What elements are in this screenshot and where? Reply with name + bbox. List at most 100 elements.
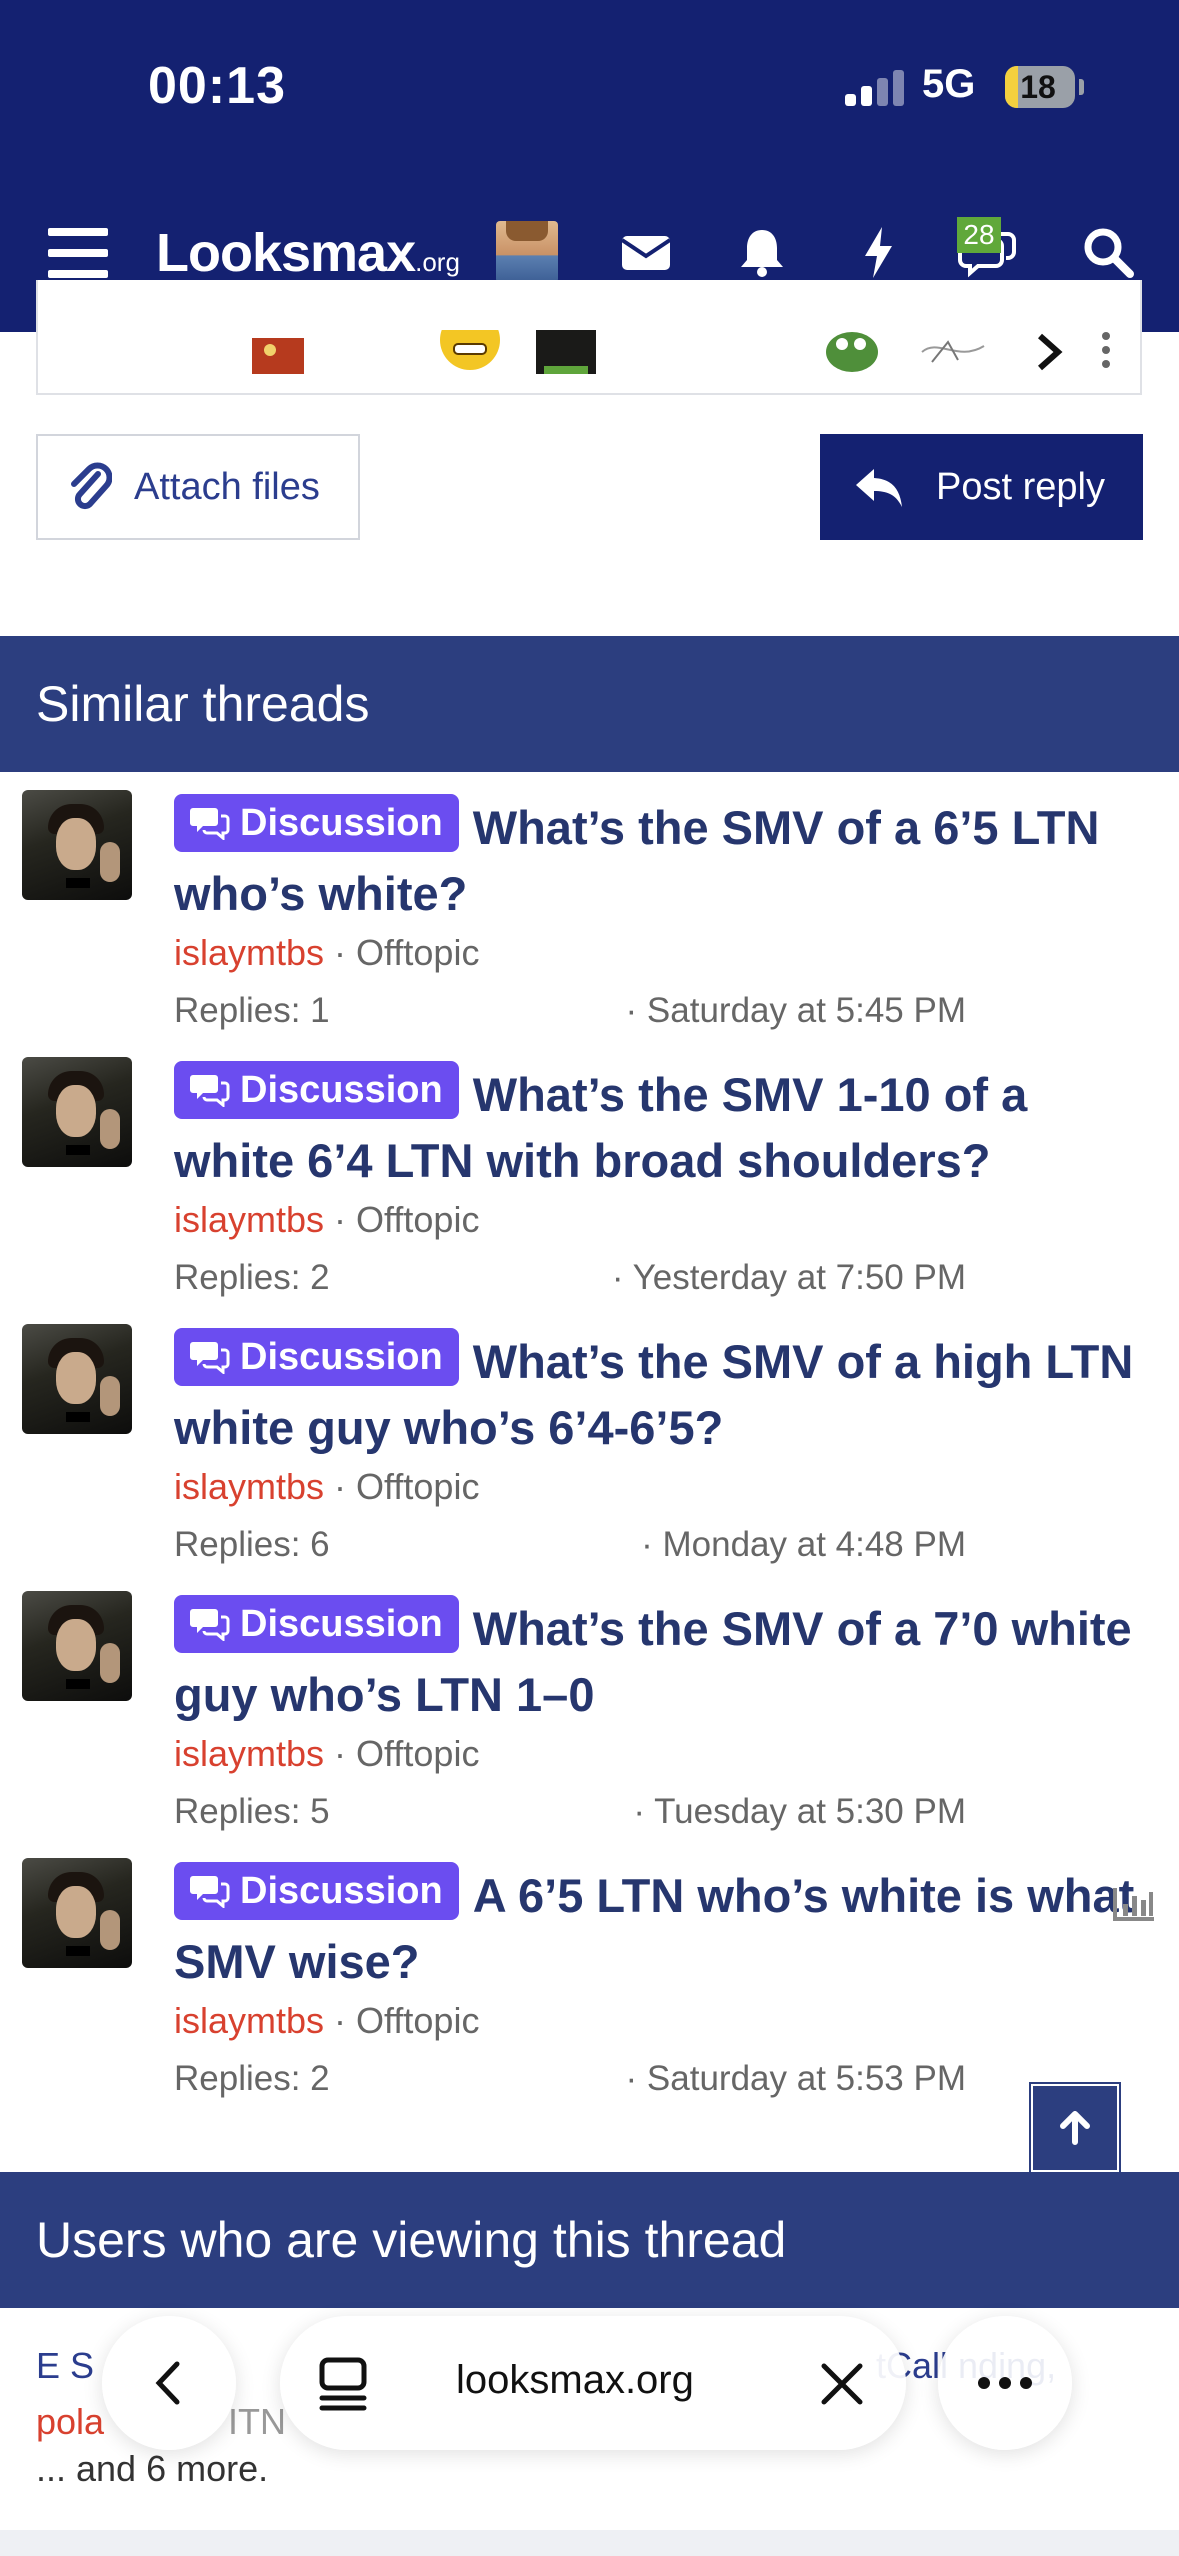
lightning-icon[interactable] [848, 222, 908, 282]
paperclip-icon [71, 462, 112, 510]
thread-date: · Saturday at 5:53 PM [625, 2059, 966, 2098]
thread-title-line[interactable]: Discussion What’s the SMV of a high LTN … [174, 1328, 1146, 1461]
similar-threads-heading: Similar threads [0, 636, 1179, 772]
viewer-name[interactable]: pola [36, 2401, 104, 2442]
thread-author[interactable]: islaymtbs [174, 1466, 324, 1507]
discussion-prefix-badge[interactable]: Discussion [174, 794, 459, 852]
thread-meta: islaymtbs · Offtopic [174, 1194, 1146, 1246]
thread-author[interactable]: islaymtbs [174, 2000, 324, 2041]
prefix-label: Discussion [240, 1336, 443, 1378]
search-icon[interactable] [1078, 222, 1138, 282]
more-icon [978, 2377, 1032, 2389]
poll-icon [1113, 1888, 1154, 1921]
thread-stats: Replies: 6 · Monday at 4:48 PM [174, 1513, 1146, 1573]
thread-title-line[interactable]: Discussion What’s the SMV 1-10 of a whit… [174, 1061, 1146, 1194]
thread-author[interactable]: islaymtbs [174, 932, 324, 973]
menu-icon[interactable] [48, 228, 108, 278]
post-reply-label: Post reply [936, 465, 1105, 508]
close-icon[interactable] [820, 2362, 864, 2406]
author-avatar[interactable] [22, 1858, 132, 1968]
scroll-to-top-button[interactable] [1031, 2084, 1119, 2172]
app-root: 00:13 5G 18 Looksmax.org 28 Attach files… [0, 0, 1179, 2556]
thread-row[interactable]: Discussion What’s the SMV of a high LTN … [0, 1308, 1179, 1575]
thread-row[interactable]: Discussion What’s the SMV of a 7’0 white… [0, 1575, 1179, 1842]
back-button[interactable] [102, 2316, 236, 2450]
thread-date: · Tuesday at 5:30 PM [633, 1792, 966, 1831]
footer-strip [0, 2530, 1179, 2556]
thread-title-line[interactable]: Discussion What’s the SMV of a 7’0 white… [174, 1595, 1146, 1728]
thread-author[interactable]: islaymtbs [174, 1733, 324, 1774]
discussion-prefix-badge[interactable]: Discussion [174, 1595, 459, 1653]
vertical-ellipsis-icon[interactable] [1096, 328, 1116, 372]
meta-separator: · [334, 1733, 357, 1774]
discussion-prefix-badge[interactable]: Discussion [174, 1862, 459, 1920]
thread-row[interactable]: Discussion What’s the SMV 1-10 of a whit… [0, 1041, 1179, 1308]
thread-forum[interactable]: Offtopic [356, 1466, 479, 1507]
discussion-prefix-badge[interactable]: Discussion [174, 1328, 459, 1386]
attach-files-button[interactable]: Attach files [36, 434, 360, 540]
dark-smilie-icon[interactable] [536, 330, 596, 374]
chevron-right-icon[interactable] [1028, 332, 1068, 372]
author-avatar[interactable] [22, 790, 132, 900]
more-button[interactable] [938, 2316, 1072, 2450]
thread-stats: Replies: 2 · Yesterday at 7:50 PM [174, 1246, 1146, 1306]
sketch-smilie-icon[interactable] [918, 332, 988, 372]
thread-row[interactable]: Discussion What’s the SMV of a 6’5 LTN w… [0, 774, 1179, 1041]
meta-separator: · [334, 2000, 357, 2041]
post-reply-button[interactable]: Post reply [820, 434, 1143, 540]
thread-forum[interactable]: Offtopic [356, 2000, 479, 2041]
thread-date-value: Tuesday at 5:30 PM [654, 1792, 966, 1831]
pepe-smilie-icon[interactable] [822, 328, 882, 374]
thread-replies: Replies: 1 [174, 991, 330, 1030]
viewer-name[interactable]: ITN [228, 2394, 286, 2450]
thread-title-line[interactable]: Discussion A 6’5 LTN who’s white is what… [174, 1862, 1146, 1995]
prefix-label: Discussion [240, 1069, 443, 1111]
viewer-name[interactable]: E S [36, 2345, 94, 2386]
user-avatar[interactable] [496, 221, 558, 283]
smilie-picker [36, 280, 1142, 395]
address-bar[interactable]: looksmax.org [280, 2316, 906, 2450]
meta-separator: · [334, 1199, 357, 1240]
thread-forum[interactable]: Offtopic [356, 1199, 479, 1240]
thread-author[interactable]: islaymtbs [174, 1199, 324, 1240]
conversations-badge: 28 [957, 217, 1001, 253]
tabs-icon[interactable] [316, 2356, 370, 2412]
thread-replies: Replies: 2 [174, 1258, 330, 1297]
thread-meta: islaymtbs · Offtopic [174, 1461, 1146, 1513]
battery-percent: 18 [1020, 69, 1056, 105]
viewers-more[interactable]: ... and 6 more. [36, 2448, 268, 2490]
site-logo[interactable]: Looksmax.org [156, 222, 460, 284]
bell-icon[interactable] [732, 222, 792, 282]
thread-forum[interactable]: Offtopic [356, 1733, 479, 1774]
thread-row[interactable]: Discussion A 6’5 LTN who’s white is what… [0, 1842, 1179, 2109]
discussion-icon [190, 1342, 230, 1374]
thread-replies: Replies: 5 [174, 1792, 330, 1831]
arrow-up-icon [1060, 2111, 1090, 2145]
viewers-heading: Users who are viewing this thread [0, 2172, 1179, 2308]
brand-name: Looksmax [156, 223, 416, 283]
author-avatar[interactable] [22, 1057, 132, 1167]
thread-stats: Replies: 1 · Saturday at 5:45 PM [174, 979, 1146, 1039]
thread-replies: Replies: 6 [174, 1525, 330, 1564]
discussion-icon [190, 1876, 230, 1908]
author-avatar[interactable] [22, 1324, 132, 1434]
prefix-label: Discussion [240, 1603, 443, 1645]
thread-forum[interactable]: Offtopic [356, 932, 479, 973]
thread-date-value: Saturday at 5:53 PM [646, 2059, 966, 2098]
thread-meta: islaymtbs · Offtopic [174, 1728, 1146, 1780]
reply-icon [856, 469, 902, 507]
thread-date-value: Monday at 4:48 PM [662, 1525, 967, 1564]
prefix-label: Discussion [240, 1870, 443, 1912]
grin-smilie-icon[interactable] [438, 330, 502, 374]
thread-stats: Replies: 5 · Tuesday at 5:30 PM [174, 1780, 1146, 1840]
thread-date-value: Yesterday at 7:50 PM [632, 1258, 966, 1297]
network-type: 5G [922, 62, 976, 106]
discussion-prefix-badge[interactable]: Discussion [174, 1061, 459, 1119]
author-avatar[interactable] [22, 1591, 132, 1701]
mail-icon[interactable] [616, 222, 676, 282]
url-text: looksmax.org [456, 2358, 694, 2402]
back-icon [155, 2361, 180, 2405]
dragon-smilie-icon[interactable] [248, 332, 308, 374]
attach-files-label: Attach files [134, 465, 320, 508]
thread-title-line[interactable]: Discussion What’s the SMV of a 6’5 LTN w… [174, 794, 1146, 927]
